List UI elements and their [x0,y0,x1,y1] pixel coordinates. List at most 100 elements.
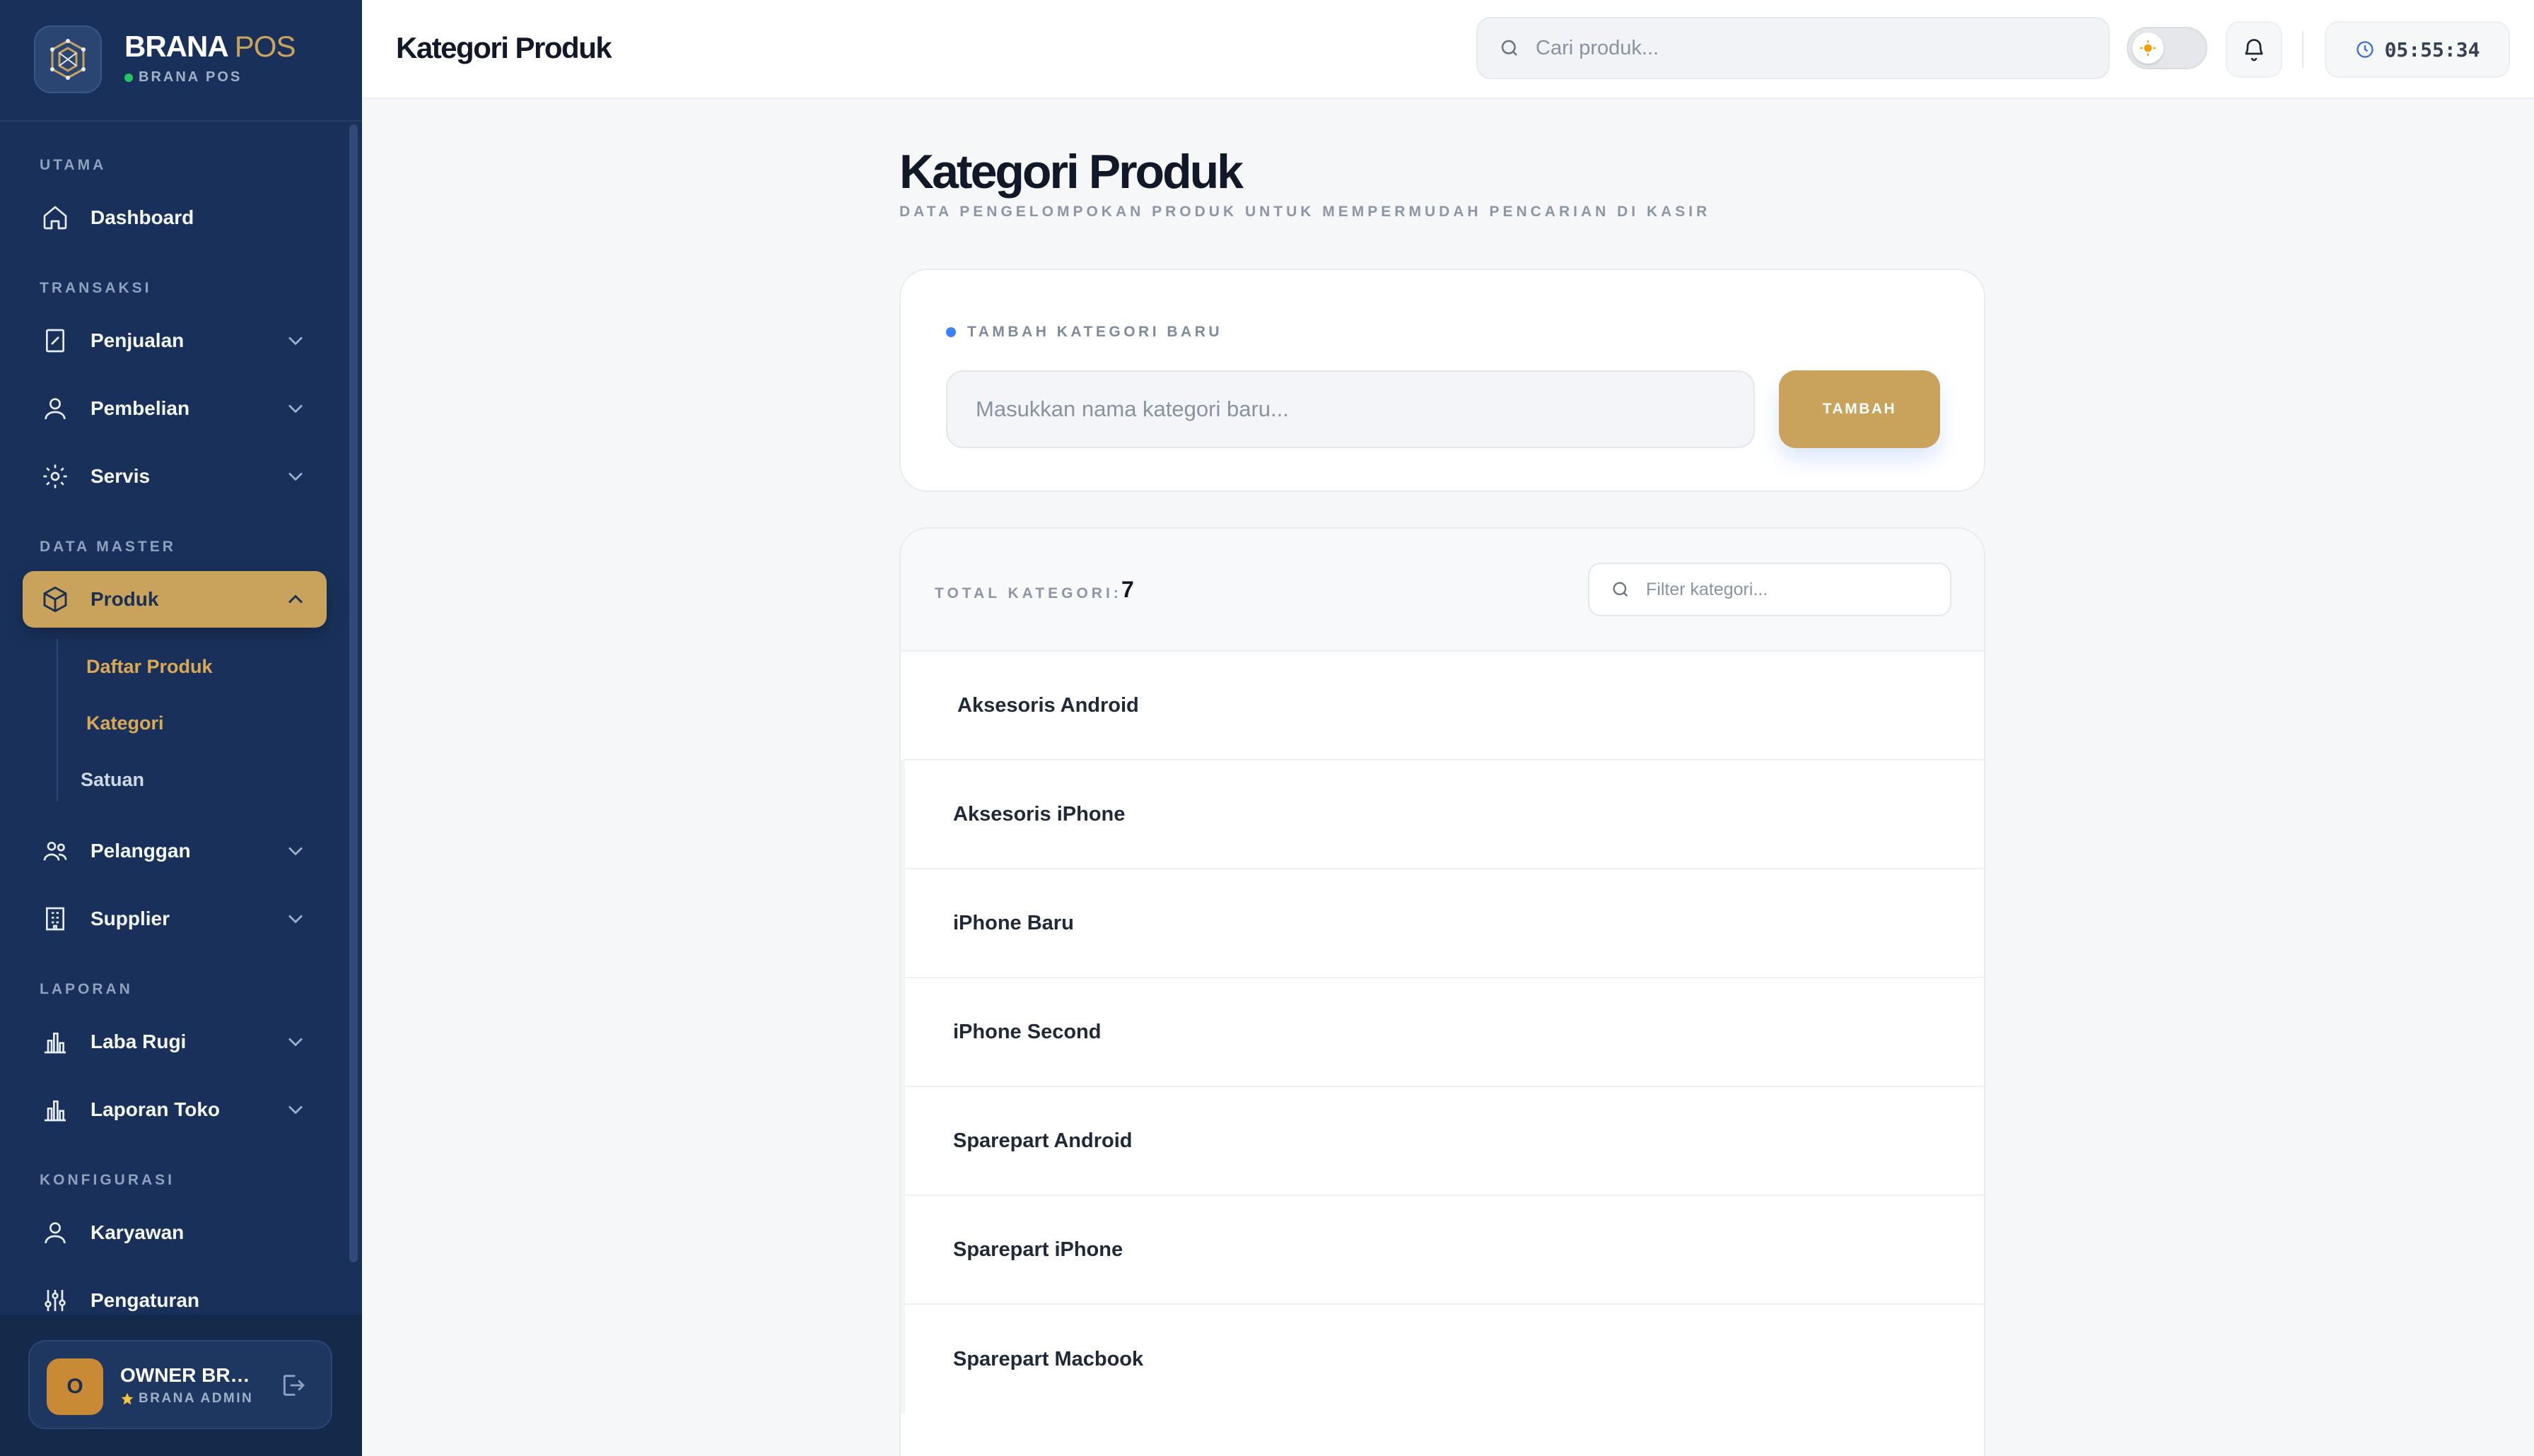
sidebar-item-label: Produk [90,588,159,610]
list-item[interactable]: Aksesoris Android [901,652,1984,761]
toggle-knob [2132,33,2164,64]
sidebar-item-label: Supplier [90,908,170,929]
section-label-konfigurasi: KONFIGURASI [40,1172,175,1188]
bar-chart-icon [45,1100,66,1122]
chevron-down-icon [288,1105,303,1115]
bell-icon [2245,39,2263,61]
chevron-down-icon [288,472,303,481]
submenu-item-kategori[interactable]: Kategori [86,712,164,734]
list-item[interactable]: Aksesoris iPhone [901,761,1984,869]
gear-icon [43,464,67,488]
sidebar-item-supplier[interactable]: Supplier [23,891,327,947]
list-item[interactable]: iPhone Second [901,978,1984,1087]
users-icon [45,398,66,420]
section-label-data-master: DATA MASTER [40,539,176,555]
search-input[interactable] [1536,36,2087,60]
sidebar-item-laporan-toko[interactable]: Laporan Toko [23,1081,327,1138]
label-dot [946,327,956,337]
clock-icon [2356,41,2374,58]
star-icon [121,1392,134,1405]
chevron-down-icon [288,915,303,924]
sidebar-item-penjualan[interactable]: Penjualan [23,312,327,369]
user-card[interactable]: O OWNER BRANA BRANA ADMIN [28,1340,332,1429]
users-icon [45,1222,66,1244]
sidebar-item-label: Pelanggan [90,840,191,862]
filter-input[interactable] [1646,579,1929,600]
add-category-label-text: TAMBAH KATEGORI BARU [967,324,1223,340]
brand-header: BRANA POS BRANA POS [0,0,362,122]
total-category-label: TOTAL KATEGORI: [935,585,1122,601]
sidebar-item-label: Dashboard [90,206,194,228]
sidebar-item-pelanggan[interactable]: Pelanggan [23,823,327,879]
page-title: Kategori Produk [396,31,612,64]
page-heading: Kategori Produk [899,145,1244,199]
section-label-laporan: LAPORAN [40,981,133,997]
sidebar-item-karyawan[interactable]: Karyawan [23,1204,327,1261]
sidebar-item-produk[interactable]: Produk [23,571,327,628]
total-category-count: 7 [1121,577,1134,602]
box-icon [43,586,67,613]
building-icon [46,907,64,931]
chevron-up-icon [288,594,303,604]
user-name: OWNER BRANA [120,1364,255,1386]
category-list-card: TOTAL KATEGORI: 7 Aksesoris Android Akse… [899,527,1985,1456]
chevron-down-icon [288,336,303,346]
bar-chart-icon [45,1033,66,1054]
avatar: O [47,1358,103,1415]
topbar: Kategori Produk 05:55:34 [362,0,2534,99]
chevron-down-icon [288,1038,303,1047]
brand-name-accent: POS [234,30,296,63]
sidebar-item-label: Laporan Toko [90,1098,221,1120]
produk-submenu: Daftar Produk Kategori Satuan [57,639,311,802]
brand-subtitle-text: BRANA POS [139,69,243,85]
list-item[interactable]: Sparepart Macbook [901,1305,1984,1414]
theme-toggle[interactable] [2127,27,2207,69]
sidebar-item-label: Pembelian [90,397,190,419]
page-subtitle: DATA PENGELOMPOKAN PRODUK UNTUK MEMPERMU… [899,204,1711,220]
sidebar-scrollbar-thumb[interactable] [349,124,358,1262]
user-group-icon [43,842,67,861]
list-item[interactable]: Sparepart iPhone [901,1196,1984,1305]
sidebar-item-label: Karyawan [90,1221,185,1243]
chevron-down-icon [288,404,303,413]
brand-logo-icon[interactable] [34,25,102,93]
add-category-card: TAMBAH KATEGORI BARU TAMBAH [899,269,1985,492]
clock-time: 05:55:34 [2384,37,2480,61]
online-status-dot [124,73,133,82]
sidebar-item-pembelian[interactable]: Pembelian [23,380,327,437]
sidebar-item-servis[interactable]: Servis [23,448,327,505]
section-label-utama: UTAMA [40,157,107,173]
sidebar-item-label: Penjualan [90,329,185,351]
sun-icon [2140,40,2156,56]
receipt-icon [46,329,64,353]
logout-icon[interactable] [279,1371,307,1399]
add-category-button[interactable]: TAMBAH [1779,370,1940,448]
sidebar: BRANA POS BRANA POS UTAMA Dashboard TRAN… [0,0,362,1456]
clock: 05:55:34 [2325,21,2510,78]
home-icon [43,206,67,230]
add-category-label: TAMBAH KATEGORI BARU [946,324,1222,341]
list-item[interactable]: Sparepart Android [901,1087,1984,1196]
brand-subtitle: BRANA POS [124,69,242,86]
sliders-icon [45,1290,66,1311]
notification-button[interactable] [2226,21,2282,78]
category-name-input[interactable] [946,370,1755,448]
user-role: BRANA ADMIN [120,1391,253,1407]
list-header: TOTAL KATEGORI: 7 [901,529,1984,652]
sidebar-item-dashboard[interactable]: Dashboard [23,189,327,246]
sidebar-item-label: Pengaturan [90,1289,200,1311]
topbar-divider [2302,31,2304,68]
section-label-transaksi: TRANSAKSI [40,280,152,296]
category-filter[interactable] [1588,563,1951,616]
submenu-item-satuan[interactable]: Satuan [81,769,144,791]
brand-name-primary: BRANA [124,30,228,63]
sidebar-item-label: Servis [90,465,151,487]
global-search[interactable] [1476,17,2110,79]
list-item[interactable]: iPhone Baru [901,869,1984,978]
category-rows: Aksesoris Android Aksesoris iPhone iPhon… [901,652,1984,1414]
search-icon [1501,40,1517,56]
sidebar-item-laba-rugi[interactable]: Laba Rugi [23,1014,327,1070]
search-icon [1613,582,1628,597]
chevron-down-icon [288,847,303,856]
submenu-item-daftar-produk[interactable]: Daftar Produk [86,656,213,678]
